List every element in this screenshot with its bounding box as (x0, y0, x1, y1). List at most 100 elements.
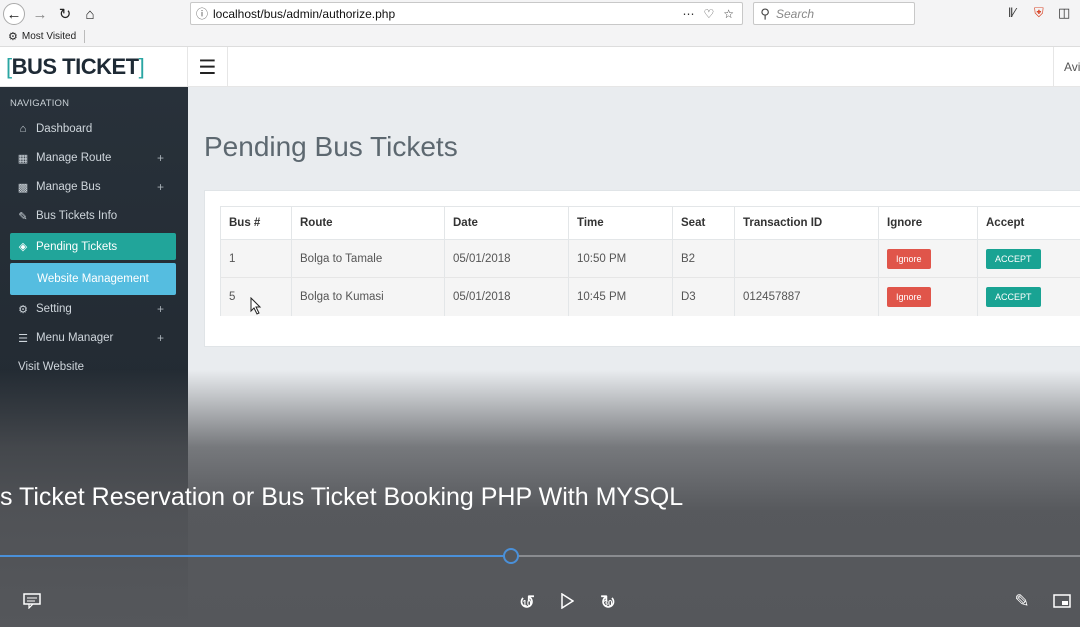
table-icon: ▦ (17, 152, 29, 165)
pending-tickets-table: Bus # Route Date Time Seat Transaction I… (220, 206, 1080, 316)
page-title: Pending Bus Tickets (204, 131, 458, 162)
sidebar-item-pending-tickets[interactable]: ◈ Pending Tickets (10, 233, 176, 260)
gear-icon: ⚙ (8, 31, 18, 43)
bookmarks-toolbar: ⚙ Most Visited (0, 27, 1080, 47)
expand-plus-icon[interactable]: + (157, 151, 164, 165)
search-input[interactable]: ⚲ Search (753, 2, 915, 25)
skip-forward-label: 30 (603, 599, 613, 608)
shield-icon[interactable]: ⛨ (1034, 5, 1044, 21)
sidebar-item-website-management[interactable]: Website Management (10, 263, 176, 295)
cell-accept: ACCEPT (977, 239, 1080, 278)
url-bar[interactable]: ⓘ localhost/bus/admin/authorize.php ⋯ ♡ … (190, 2, 743, 25)
gear-icon: ⚙ (18, 303, 28, 316)
hamburger-menu-icon[interactable]: ☰ (188, 47, 228, 87)
pocket-icon[interactable]: ♡ (703, 7, 714, 21)
bookmark-most-visited[interactable]: Most Visited (22, 31, 76, 42)
accept-button[interactable]: ACCEPT (986, 248, 1041, 269)
bookmark-star-icon[interactable]: ☆ (723, 7, 734, 21)
ticket-icon: ◈ (18, 241, 28, 253)
progress-played[interactable] (0, 555, 511, 557)
progress-handle[interactable] (503, 548, 519, 564)
skip-back-label: 10 (522, 599, 532, 608)
sidebar-item-label: Pending Tickets (36, 240, 118, 253)
site-header: [ BUS TICKET ] ☰ Avi (0, 47, 1080, 87)
page-actions-icon[interactable]: ⋯ (682, 7, 694, 21)
sidebar-item-dashboard[interactable]: ⌂ Dashboard (10, 116, 176, 142)
sidebar-item-label: Setting (36, 303, 72, 315)
sidebar-item-bus-tickets-info[interactable]: ✎ Bus Tickets Info (10, 203, 176, 229)
user-menu[interactable]: Avi (1053, 47, 1080, 87)
back-icon[interactable]: ← (3, 3, 25, 25)
cell-accept: ACCEPT (977, 277, 1080, 316)
home-icon[interactable]: ⌂ (79, 3, 101, 25)
sidebar-item-label: Manage Bus (36, 181, 101, 193)
cell-date: 05/01/2018 (444, 239, 569, 278)
sidebar-item-label: Bus Tickets Info (36, 210, 118, 222)
sidebar-item-manage-route[interactable]: ▦ Manage Route + (10, 145, 176, 171)
cell-time: 10:45 PM (568, 277, 673, 316)
table-row: 1 Bolga to Tamale 05/01/2018 10:50 PM B2… (220, 239, 1080, 278)
info-icon[interactable]: ⓘ (191, 5, 213, 22)
cell-transaction: 012457887 (734, 277, 879, 316)
play-icon[interactable] (556, 590, 578, 612)
table-row: 5 Bolga to Kumasi 05/01/2018 10:45 PM D3… (220, 277, 1080, 316)
cell-route: Bolga to Kumasi (291, 277, 445, 316)
column-header: Time (568, 206, 673, 240)
cell-transaction (734, 239, 879, 278)
forward-icon[interactable]: → (29, 3, 51, 25)
cell-time: 10:50 PM (568, 239, 673, 278)
cell-bus: 1 (220, 239, 292, 278)
mouse-cursor-icon (250, 297, 262, 315)
sidebar-item-label: Dashboard (36, 123, 93, 135)
logo[interactable]: [ BUS TICKET ] (0, 47, 188, 87)
list-icon: ☰ (18, 332, 28, 345)
sidebar-item-label: Menu Manager (36, 332, 114, 344)
miniplayer-icon[interactable] (1050, 590, 1074, 612)
expand-plus-icon[interactable]: + (157, 331, 164, 345)
cell-seat: B2 (672, 239, 735, 278)
sidebar-item-manage-bus[interactable]: ▩ Manage Bus + (10, 174, 176, 200)
home-icon: ⌂ (19, 123, 27, 135)
sidebar-toggle-icon[interactable]: ◫ (1058, 5, 1070, 21)
ignore-button[interactable]: Ignore (887, 248, 931, 269)
sidebar-item-menu-manager[interactable]: ☰ Menu Manager + (10, 325, 176, 351)
edit-icon: ✎ (18, 210, 28, 223)
sidebar-item-setting[interactable]: ⚙ Setting + (10, 296, 176, 322)
accept-button[interactable]: ACCEPT (986, 286, 1041, 307)
reload-icon[interactable]: ↻ (54, 3, 76, 25)
pencil-icon[interactable]: ✎ (1010, 590, 1034, 612)
divider (84, 30, 86, 43)
ignore-button[interactable]: Ignore (887, 286, 931, 307)
video-caption: s Ticket Reservation or Bus Ticket Booki… (0, 483, 684, 511)
logo-bracket-close: ] (138, 54, 145, 79)
cell-route: Bolga to Tamale (291, 239, 445, 278)
search-icon: ⚲ (760, 5, 770, 21)
column-header: Transaction ID (734, 206, 879, 240)
column-header: Ignore (878, 206, 978, 240)
table-header-row: Bus # Route Date Time Seat Transaction I… (220, 206, 1080, 240)
url-text[interactable]: localhost/bus/admin/authorize.php (213, 7, 682, 21)
cell-date: 05/01/2018 (444, 277, 569, 316)
expand-plus-icon[interactable]: + (157, 302, 164, 316)
column-header: Date (444, 206, 569, 240)
search-placeholder: Search (776, 6, 815, 21)
sidebar-item-label: Manage Route (36, 152, 112, 164)
column-header: Bus # (220, 206, 292, 240)
progress-remaining[interactable] (511, 555, 1080, 557)
column-header: Accept (977, 206, 1080, 240)
skip-back-icon[interactable]: ↺ 10 (515, 590, 539, 614)
skip-forward-icon[interactable]: ↻ 30 (596, 590, 620, 614)
cell-ignore: Ignore (878, 277, 978, 316)
browser-toolbar: ← → ↻ ⌂ ⓘ localhost/bus/admin/authorize.… (0, 0, 1080, 27)
expand-plus-icon[interactable]: + (157, 180, 164, 194)
cell-ignore: Ignore (878, 239, 978, 278)
logo-text: BUS TICKET (11, 54, 140, 79)
column-header: Route (291, 206, 445, 240)
sidebar-item-label: Website Management (37, 273, 149, 285)
cell-seat: D3 (672, 277, 735, 316)
tickets-card: Bus # Route Date Time Seat Transaction I… (204, 190, 1080, 347)
library-icon[interactable]: ‖∕ (1008, 5, 1016, 20)
captions-icon[interactable] (20, 590, 44, 612)
bar-chart-icon: ▩ (17, 181, 29, 194)
nav-heading: NAVIGATION (10, 98, 70, 109)
